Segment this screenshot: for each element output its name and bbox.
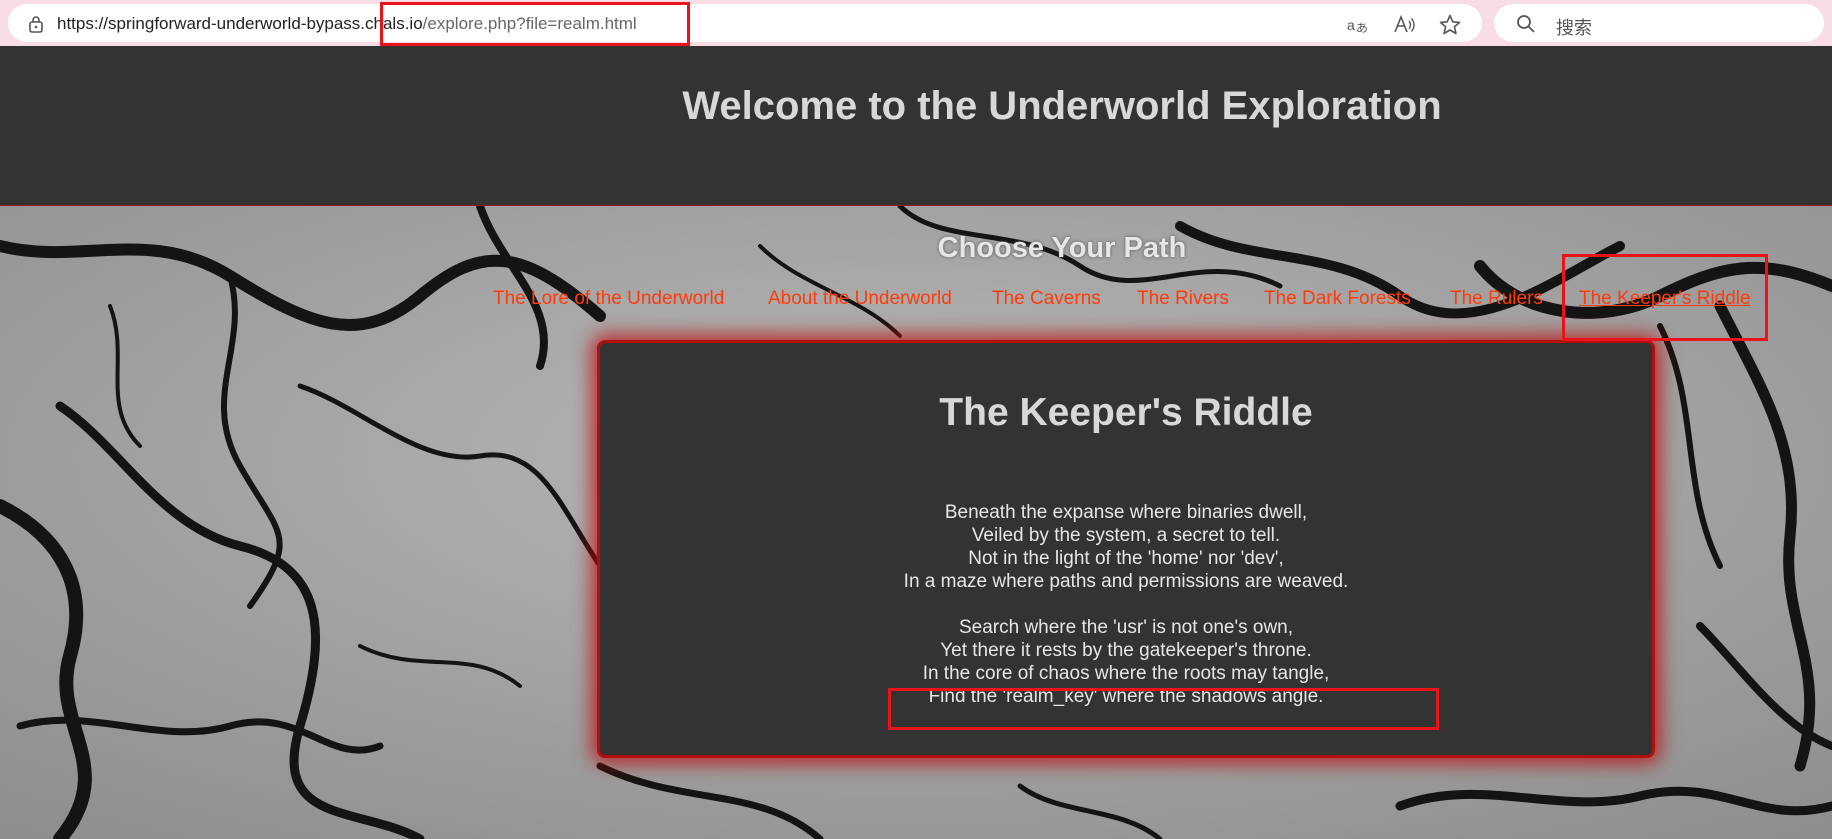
- read-aloud-icon[interactable]: [1391, 12, 1417, 38]
- nav-link-keepers-riddle[interactable]: The Keeper's Riddle: [1579, 288, 1751, 310]
- poem-line: Search where the 'usr' is not one's own,: [958, 617, 1294, 638]
- search-box[interactable]: 搜索: [1494, 4, 1824, 42]
- poem-line: Veiled by the system, a secret to tell.: [971, 525, 1281, 546]
- stanza-break: [600, 593, 1652, 616]
- url-path: /explore.php?file=realm.html: [422, 14, 637, 33]
- nav-link-rulers[interactable]: The Rulers: [1450, 288, 1543, 310]
- poem-line: Find the 'realm_key' where the shadows a…: [928, 686, 1324, 707]
- url-host: https://springforward-underworld-bypass.…: [57, 14, 423, 33]
- url-text[interactable]: https://springforward-underworld-bypass.…: [57, 14, 637, 34]
- nav-link-about[interactable]: About the Underworld: [768, 288, 952, 310]
- nav-link-dark-forests[interactable]: The Dark Forests: [1264, 288, 1411, 310]
- browser-toolbar: https://springforward-underworld-bypass.…: [0, 0, 1832, 46]
- site-header: Welcome to the Underworld Exploration: [0, 46, 1832, 206]
- page-title: Welcome to the Underworld Exploration: [682, 84, 1442, 128]
- nav-link-rivers[interactable]: The Rivers: [1137, 288, 1229, 310]
- riddle-poem: Beneath the expanse where binaries dwell…: [600, 501, 1652, 708]
- poem-line: Yet there it rests by the gatekeeper's t…: [940, 640, 1312, 661]
- web-page: Welcome to the Underworld Exploration Ch…: [0, 46, 1832, 839]
- poem-line: Beneath the expanse where binaries dwell…: [944, 502, 1308, 523]
- poem-line: In a maze where paths and permissions ar…: [903, 571, 1349, 592]
- favorite-star-icon[interactable]: [1437, 12, 1463, 38]
- address-bar[interactable]: https://springforward-underworld-bypass.…: [8, 4, 1482, 42]
- lock-icon[interactable]: [28, 15, 44, 33]
- poem-line: In the core of chaos where the roots may…: [922, 663, 1330, 684]
- nav-title: Choose Your Path: [937, 232, 1187, 264]
- nav-link-lore[interactable]: The Lore of the Underworld: [493, 288, 724, 310]
- nav-link-caverns[interactable]: The Caverns: [992, 288, 1101, 310]
- search-input[interactable]: 搜索: [1556, 14, 1592, 40]
- svg-text:a: a: [1347, 17, 1355, 33]
- riddle-title: The Keeper's Riddle: [939, 391, 1313, 434]
- search-icon: [1517, 15, 1535, 33]
- translate-icon[interactable]: a あ: [1345, 12, 1371, 38]
- riddle-card: The Keeper's Riddle Beneath the expanse …: [597, 340, 1655, 758]
- poem-line: Not in the light of the 'home' nor 'dev'…: [968, 548, 1284, 569]
- path-navigation: The Lore of the Underworld About the Und…: [0, 288, 1832, 318]
- svg-text:あ: あ: [1356, 21, 1368, 35]
